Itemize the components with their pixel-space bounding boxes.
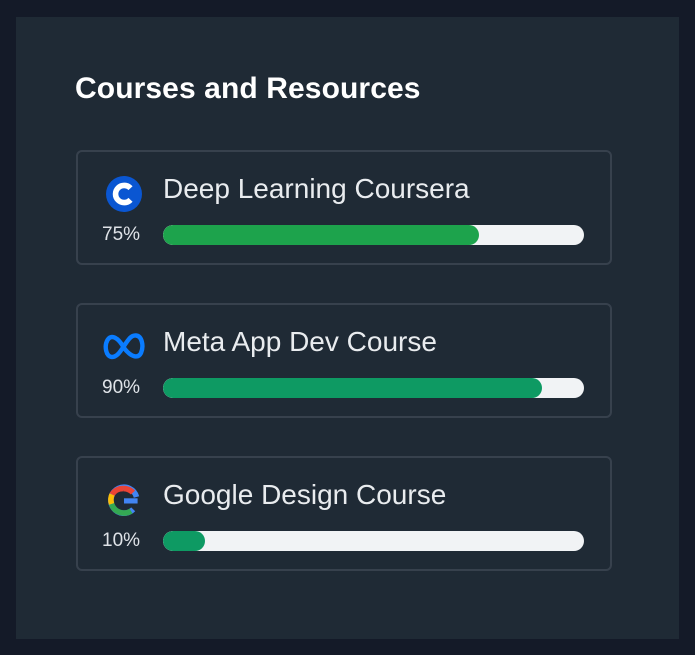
progress-percent: 75% — [102, 224, 141, 245]
progress-fill — [163, 378, 542, 398]
progress-bar — [163, 225, 584, 245]
course-name: Meta App Dev Course — [163, 326, 437, 357]
progress-percent: 10% — [102, 530, 141, 551]
course-card-deep-learning[interactable]: Deep Learning Coursera 75% — [76, 150, 612, 265]
panel-title: Courses and Resources — [75, 72, 421, 105]
progress-bar — [163, 378, 584, 398]
meta-icon — [103, 327, 145, 367]
progress-fill — [163, 531, 206, 551]
courses-panel: Courses and Resources Deep Learning Cour… — [16, 17, 679, 639]
progress-percent: 90% — [102, 377, 141, 398]
course-name: Deep Learning Coursera — [163, 173, 470, 204]
progress-bar — [163, 531, 584, 551]
progress-fill — [163, 225, 479, 245]
coursera-icon — [104, 174, 144, 214]
course-name: Google Design Course — [163, 479, 447, 510]
course-card-meta-app-dev[interactable]: Meta App Dev Course 90% — [76, 303, 612, 418]
course-card-google-design[interactable]: Google Design Course 10% — [76, 456, 612, 571]
google-icon — [104, 480, 144, 520]
